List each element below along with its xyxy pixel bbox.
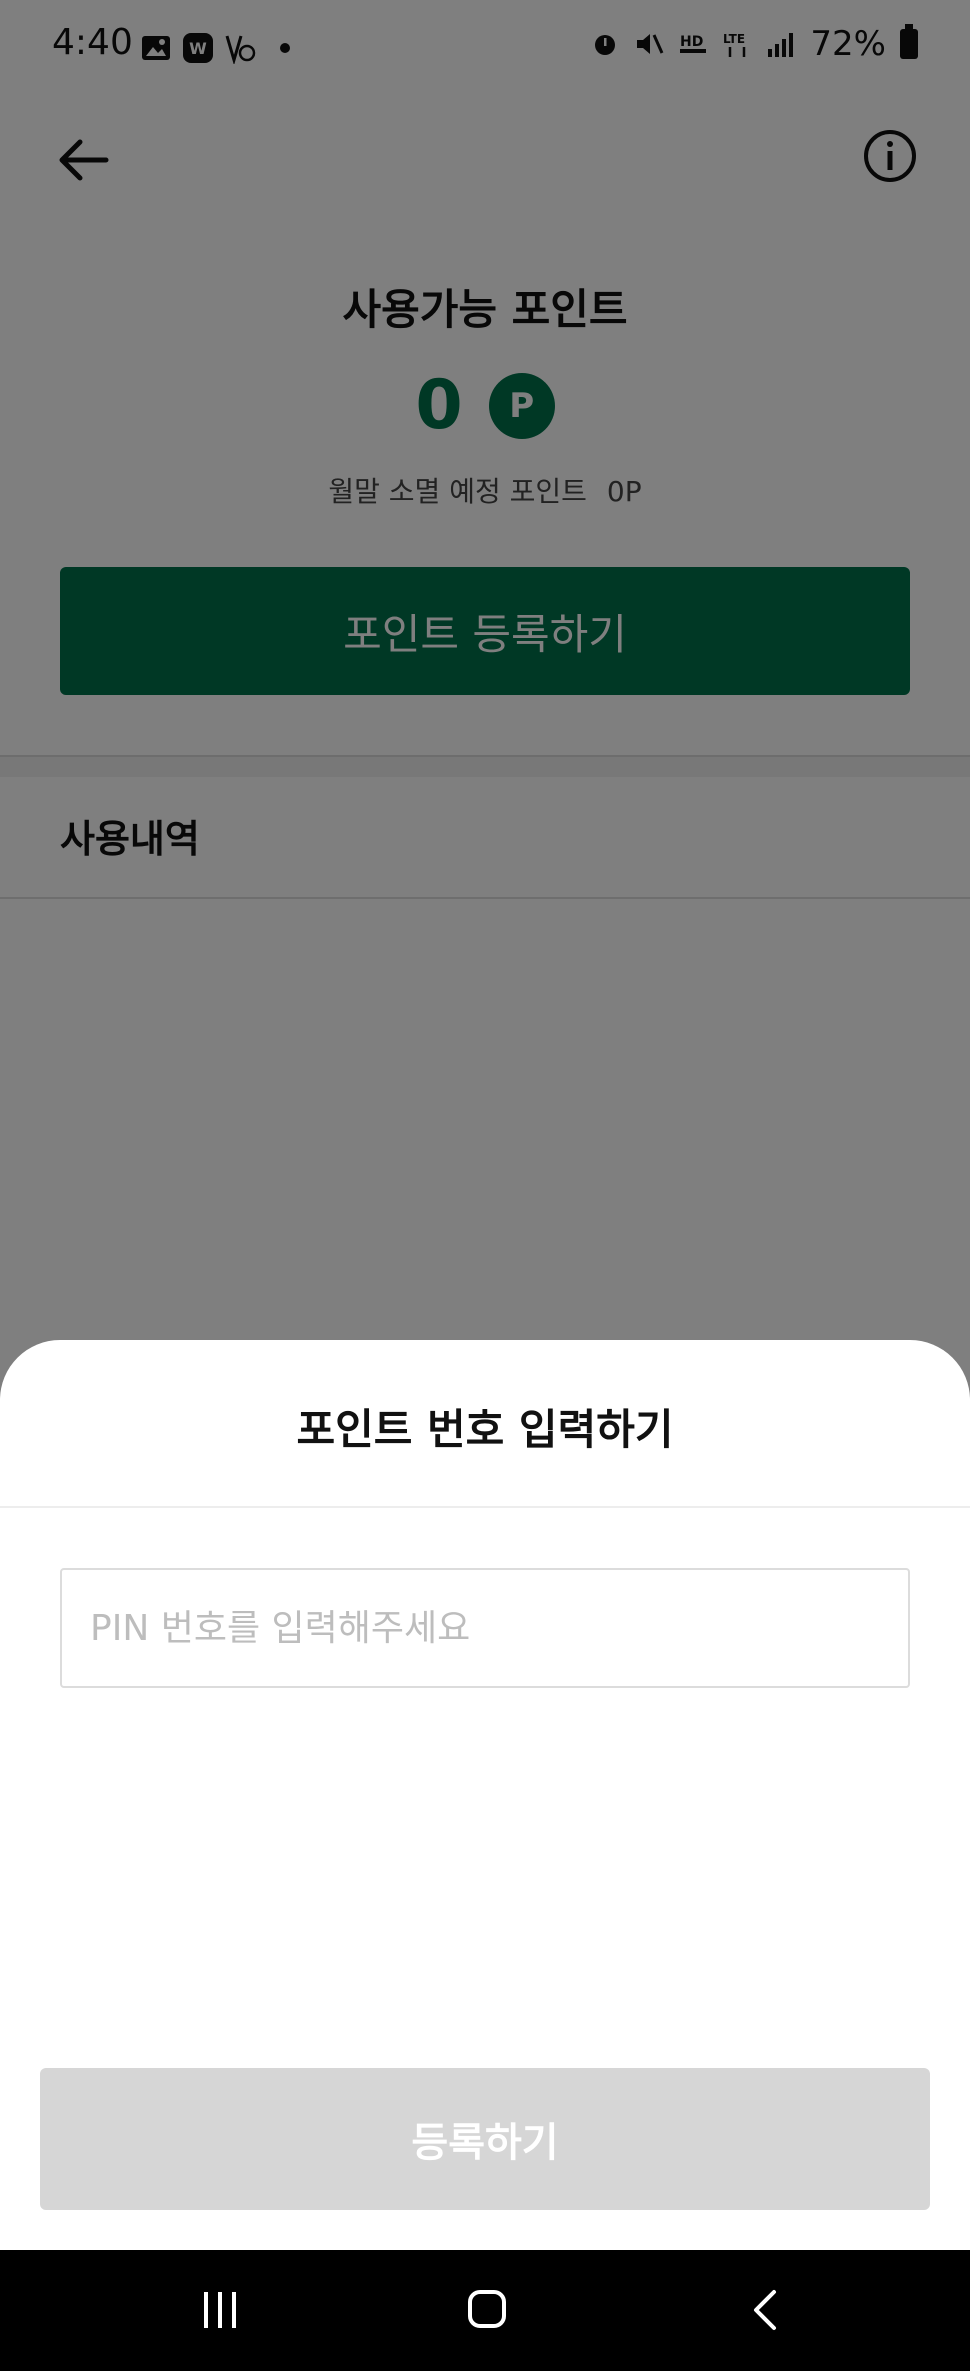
pin-entry-sheet: 포인트 번호 입력하기 등록하기 <box>0 1340 970 2250</box>
home-icon[interactable] <box>468 2290 506 2328</box>
submit-button[interactable]: 등록하기 <box>40 2068 930 2210</box>
sheet-title: 포인트 번호 입력하기 <box>296 1405 674 1454</box>
pin-input[interactable] <box>60 1568 910 1688</box>
recents-icon[interactable] <box>200 2288 240 2332</box>
back-nav-icon[interactable] <box>746 2288 786 2332</box>
navigation-bar <box>0 2250 970 2371</box>
screen: 4:40 W HD LTE 72% 사용가능 포인트 0 P 월말 소멸 예정 … <box>0 0 970 2371</box>
sheet-divider <box>0 1506 970 1508</box>
